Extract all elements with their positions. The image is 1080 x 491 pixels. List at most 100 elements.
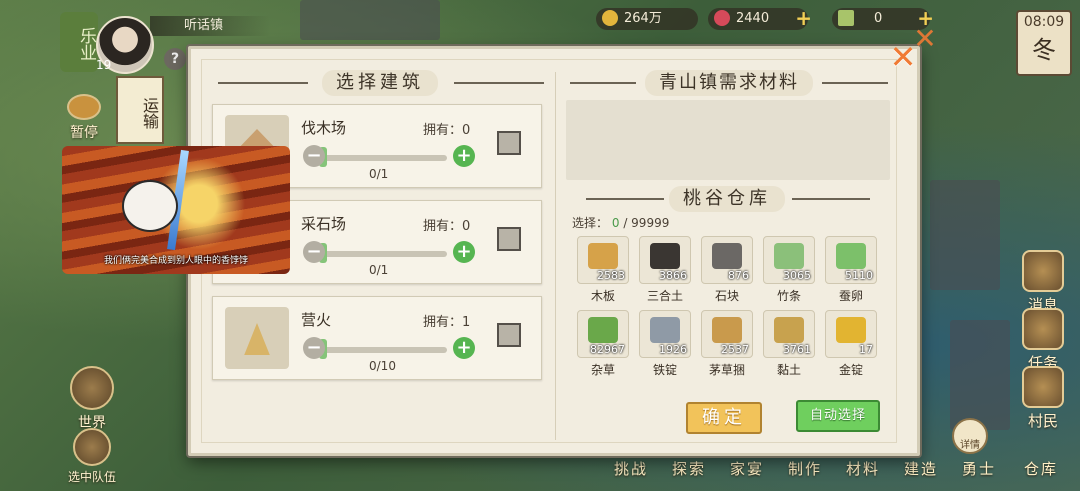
ticket-icon <box>838 9 854 26</box>
inventory-item[interactable]: 5110 蚕卵 <box>824 236 878 306</box>
owned-count: 拥有：0 <box>423 219 471 234</box>
warehouse-inventory: 2583 木板 3866 三合土 876 石块 3065 竹条 5110 蚕卵 82967 杂草 192… <box>574 232 890 384</box>
gem-icon <box>714 9 730 26</box>
material-quantity: 876 <box>728 269 749 282</box>
increase-button[interactable]: + <box>453 145 475 167</box>
decrease-button[interactable]: − <box>303 337 325 359</box>
season-label: 冬 <box>1032 36 1056 64</box>
selection-counter: 选择： 0 / 99999 <box>572 214 669 231</box>
title-rule <box>822 82 888 84</box>
select-team-button[interactable]: 选中队伍 <box>60 428 124 485</box>
pause-button[interactable]: 暂停 <box>52 94 116 142</box>
town-badge[interactable]: 乐业 <box>60 12 98 72</box>
material-icon: 2583 <box>577 236 629 284</box>
quantity-slider-track[interactable] <box>309 251 447 257</box>
building-card[interactable]: 营火 拥有：1 − + 0/10 <box>212 296 542 380</box>
material-glyph <box>774 243 804 269</box>
select-checkbox[interactable] <box>497 323 521 347</box>
villager-icon <box>1022 366 1064 408</box>
tasks-button[interactable]: 任务 <box>1010 308 1076 373</box>
material-icon: 5110 <box>825 236 877 284</box>
nav-build[interactable]: 建造 <box>904 458 938 479</box>
villagers-button[interactable]: 村民 <box>1010 366 1076 431</box>
quantity-slider-track[interactable] <box>309 155 447 161</box>
scroll-icon <box>1022 308 1064 350</box>
material-icon: 17 <box>825 310 877 358</box>
inventory-item[interactable]: 1926 铁锭 <box>638 310 692 380</box>
select-building-title: 选择建筑 <box>300 70 460 96</box>
material-name: 杂草 <box>590 363 615 377</box>
inventory-item[interactable]: 17 金锭 <box>824 310 878 380</box>
title-rule <box>586 198 664 200</box>
cartoon-character <box>122 180 178 232</box>
nav-explore[interactable]: 探索 <box>672 458 706 479</box>
confirm-button[interactable]: 确定 <box>686 402 762 434</box>
material-name: 木板 <box>590 289 615 303</box>
material-name: 金锭 <box>838 363 863 377</box>
background-building <box>950 320 1010 430</box>
messages-button[interactable]: 消息 <box>1010 250 1076 315</box>
inventory-item[interactable]: 876 石块 <box>700 236 754 306</box>
inventory-item[interactable]: 3761 黏土 <box>762 310 816 380</box>
increase-button[interactable]: + <box>453 337 475 359</box>
decrease-button[interactable]: − <box>303 145 325 167</box>
inventory-item[interactable]: 3065 竹条 <box>762 236 816 306</box>
video-overlay[interactable]: 我们俩完美合成到别人眼中的香饽饽 <box>62 146 290 274</box>
material-name: 铁锭 <box>652 363 677 377</box>
inventory-item[interactable]: 3866 三合土 <box>638 236 692 306</box>
quantity-slider-track[interactable] <box>309 347 447 353</box>
nav-materials[interactable]: 材料 <box>846 458 880 479</box>
material-quantity: 2537 <box>721 343 749 356</box>
inventory-item[interactable]: 82967 杂草 <box>576 310 630 380</box>
gems-value: 2440 <box>736 11 770 26</box>
warehouse-title: 桃谷仓库 <box>660 186 794 212</box>
season-clock[interactable]: 08:09 冬 <box>1016 10 1072 76</box>
material-icon: 2537 <box>701 310 753 358</box>
increase-button[interactable]: + <box>453 241 475 263</box>
nav-warrior[interactable]: 勇士 <box>962 458 996 479</box>
material-quantity: 17 <box>859 343 873 356</box>
material-glyph <box>712 243 742 269</box>
demand-materials-title: 青山镇需求材料 <box>630 70 828 96</box>
nav-craft[interactable]: 制作 <box>788 458 822 479</box>
demand-materials-title-text: 青山镇需求材料 <box>645 70 813 96</box>
select-team-label: 选中队伍 <box>67 470 116 484</box>
selected-count: 0/1 <box>369 167 389 181</box>
select-checkbox[interactable] <box>497 131 521 155</box>
auto-select-button[interactable]: 自动选择 <box>796 400 880 432</box>
coins-value: 264万 <box>624 11 662 26</box>
material-quantity: 3866 <box>659 269 687 282</box>
material-name: 竹条 <box>776 289 801 303</box>
material-quantity: 82967 <box>590 343 625 356</box>
decrease-button[interactable]: − <box>303 241 325 263</box>
pause-label: 暂停 <box>70 125 98 141</box>
add-gems-button[interactable]: + <box>795 7 812 29</box>
nav-challenge[interactable]: 挑战 <box>614 458 648 479</box>
material-glyph <box>650 317 680 343</box>
material-quantity: 3065 <box>783 269 811 282</box>
selected-count: 0/1 <box>369 263 389 277</box>
inventory-item[interactable]: 2583 木板 <box>576 236 630 306</box>
material-glyph <box>712 317 742 343</box>
select-checkbox[interactable] <box>497 227 521 251</box>
selection-current: 0 <box>611 216 620 230</box>
team-avatar-icon <box>73 428 111 466</box>
coin-icon <box>602 9 618 26</box>
close-button[interactable]: ✕ <box>886 40 920 74</box>
title-rule <box>570 82 636 84</box>
owned-count: 拥有：1 <box>423 315 471 330</box>
title-rule <box>218 82 308 84</box>
inventory-item[interactable]: 2537 茅草捆 <box>700 310 754 380</box>
material-name: 石块 <box>714 289 739 303</box>
nav-warehouse[interactable]: 仓库 <box>1024 458 1058 479</box>
material-glyph <box>774 317 804 343</box>
world-button[interactable]: 世界 <box>60 366 124 432</box>
transport-tab[interactable]: 运输 <box>116 76 164 144</box>
material-icon: 3065 <box>763 236 815 284</box>
panel-divider <box>555 72 556 440</box>
selected-count: 0/10 <box>369 359 396 373</box>
details-button[interactable]: 详情 <box>952 418 988 454</box>
help-icon[interactable]: ? <box>164 48 186 70</box>
background-building <box>930 180 1000 290</box>
nav-feast[interactable]: 家宴 <box>730 458 764 479</box>
